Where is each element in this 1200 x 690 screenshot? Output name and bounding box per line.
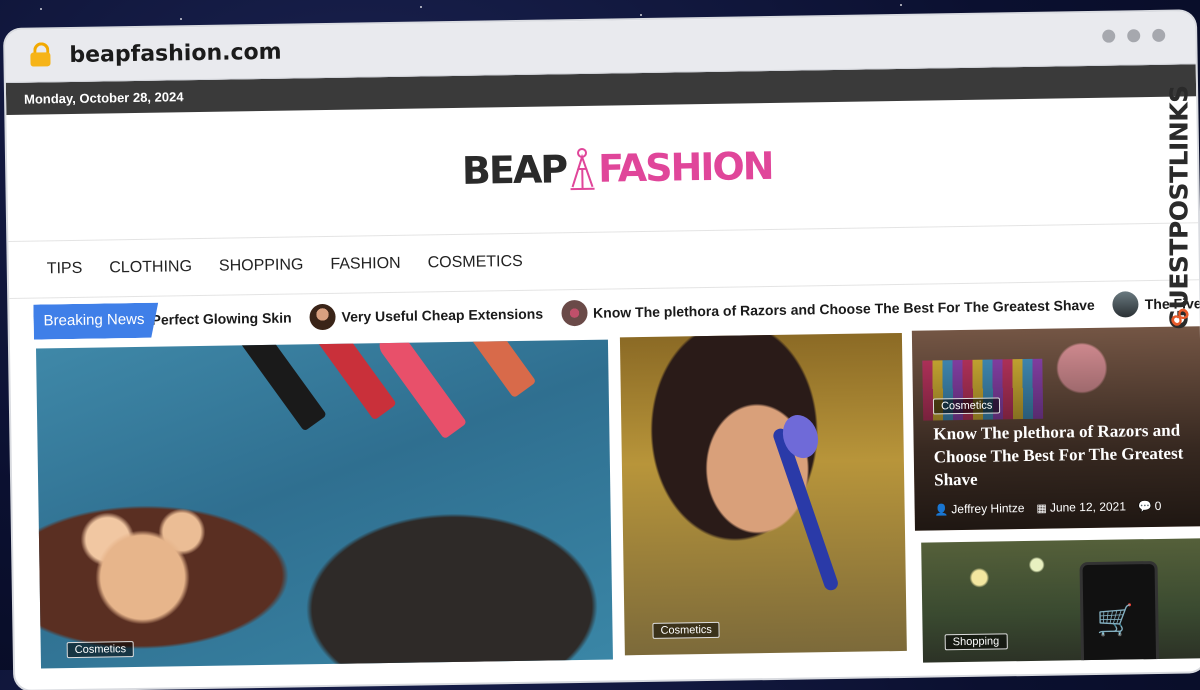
- comments[interactable]: 💬 0: [1138, 499, 1162, 513]
- post-date: ▦ June 12, 2021: [1036, 499, 1126, 514]
- nav-item-clothing[interactable]: CLOTHING: [109, 258, 192, 277]
- logo-text-beap: BEAP: [461, 147, 567, 193]
- nav-item-tips[interactable]: TIPS: [47, 260, 83, 279]
- current-date: Monday, October 28, 2024: [23, 88, 184, 107]
- thumbnail-image: [309, 303, 336, 331]
- post-meta: 👤 Jeffrey Hintze ▦ June 12, 2021 💬 0: [935, 499, 1162, 517]
- window-dot-icon[interactable]: [1102, 29, 1116, 43]
- thumbnail-image: [1112, 291, 1139, 318]
- nav-item-cosmetics[interactable]: COSMETICS: [428, 253, 523, 272]
- category-tag[interactable]: Cosmetics: [652, 621, 720, 639]
- user-icon: 👤: [934, 504, 949, 517]
- site-header: BEAP FASHION: [6, 96, 1199, 242]
- post-card[interactable]: 🛒 Shopping: [921, 538, 1200, 663]
- fashion-figure-icon: [570, 147, 595, 191]
- breaking-news-label: Breaking News: [33, 303, 158, 340]
- lock-icon: [29, 42, 51, 67]
- nav-item-shopping[interactable]: SHOPPING: [219, 256, 304, 275]
- ticker-item[interactable]: Very Useful Cheap Extensions: [309, 301, 543, 331]
- category-tag[interactable]: Cosmetics: [66, 641, 135, 659]
- cart-icon: 🛒: [1096, 604, 1135, 638]
- nav-item-fashion[interactable]: FASHION: [330, 255, 401, 274]
- browser-window: beapfashion.com Monday, October 28, 2024…: [5, 11, 1200, 690]
- featured-post-card[interactable]: Cosmetics: [36, 339, 613, 669]
- calendar-icon: ▦: [1036, 502, 1048, 515]
- post-card[interactable]: Cosmetics: [619, 332, 907, 656]
- logo-text-fashion: FASHION: [597, 143, 773, 191]
- window-dot-icon[interactable]: [1152, 28, 1166, 42]
- url-text[interactable]: beapfashion.com: [69, 39, 282, 67]
- ticker-item[interactable]: Know The plethora of Razors and Choose T…: [560, 292, 1095, 327]
- ticker-item-label: Perfect Glowing Skin: [151, 309, 292, 328]
- site-logo[interactable]: BEAP FASHION: [462, 144, 773, 193]
- ticker-item[interactable]: Perfect Glowing Skin: [151, 310, 291, 328]
- ticker-item-label: Know The plethora of Razors and Choose T…: [592, 296, 1095, 321]
- featured-grid: Cosmetics Cosmetics Cosmetics Know The p…: [10, 326, 1200, 669]
- window-controls: [1102, 28, 1166, 43]
- category-tag[interactable]: Cosmetics: [932, 397, 1001, 415]
- comment-icon: 💬: [1137, 501, 1152, 514]
- comment-count: 0: [1154, 498, 1162, 513]
- post-card[interactable]: Cosmetics Know The plethora of Razors an…: [911, 326, 1200, 531]
- post-title[interactable]: Know The plethora of Razors and Choose T…: [933, 419, 1184, 492]
- window-dot-icon[interactable]: [1127, 29, 1141, 43]
- post-date-text: June 12, 2021: [1049, 499, 1127, 515]
- watermark-text: GUESTPOSTLINKS: [1164, 85, 1194, 330]
- thumbnail-image: [560, 299, 588, 327]
- ticker-item-label: Very Useful Cheap Extensions: [341, 305, 544, 325]
- category-tag[interactable]: Shopping: [944, 633, 1008, 651]
- author-name: Jeffrey Hintze: [951, 501, 1025, 517]
- author[interactable]: 👤 Jeffrey Hintze: [935, 501, 1025, 516]
